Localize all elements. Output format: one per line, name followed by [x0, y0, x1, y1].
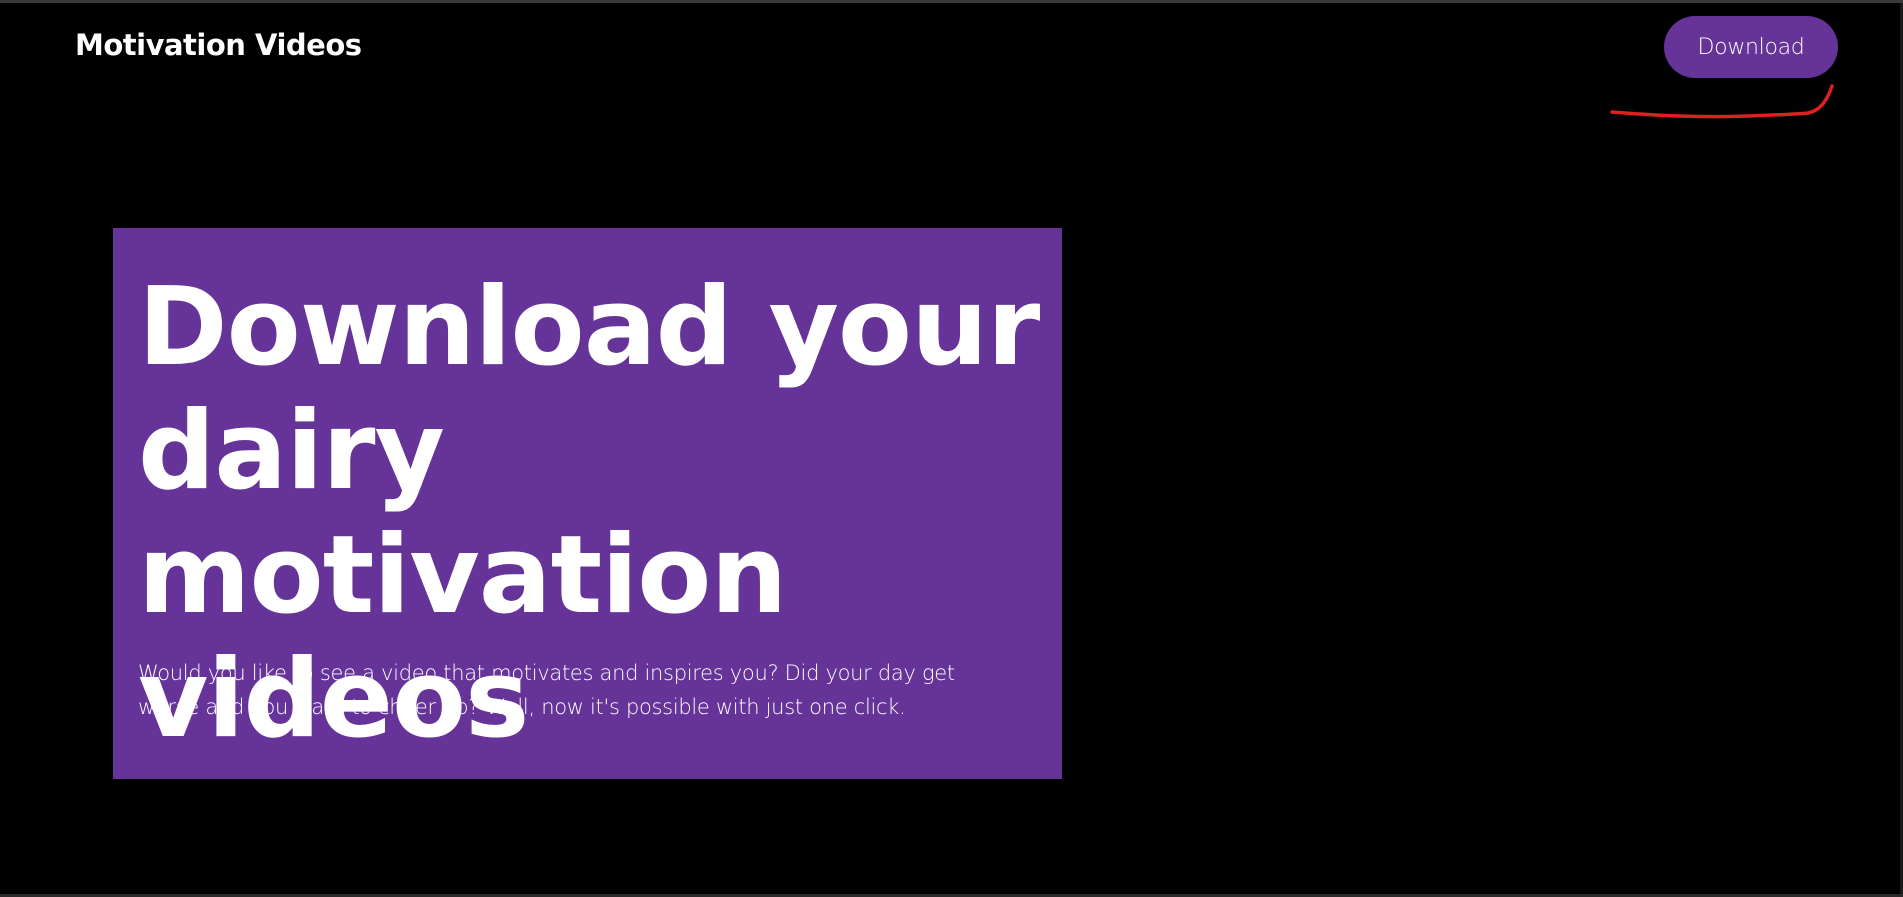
red-underline-annotation	[1610, 84, 1834, 119]
download-button[interactable]: Download	[1664, 16, 1838, 78]
window-top-border	[0, 0, 1903, 3]
site-brand[interactable]: Motivation Videos	[75, 28, 362, 62]
hero-banner: Download your dairy motivation videos Wo…	[113, 228, 1062, 779]
hero-description: Would you like to see a video that motiv…	[138, 661, 955, 719]
